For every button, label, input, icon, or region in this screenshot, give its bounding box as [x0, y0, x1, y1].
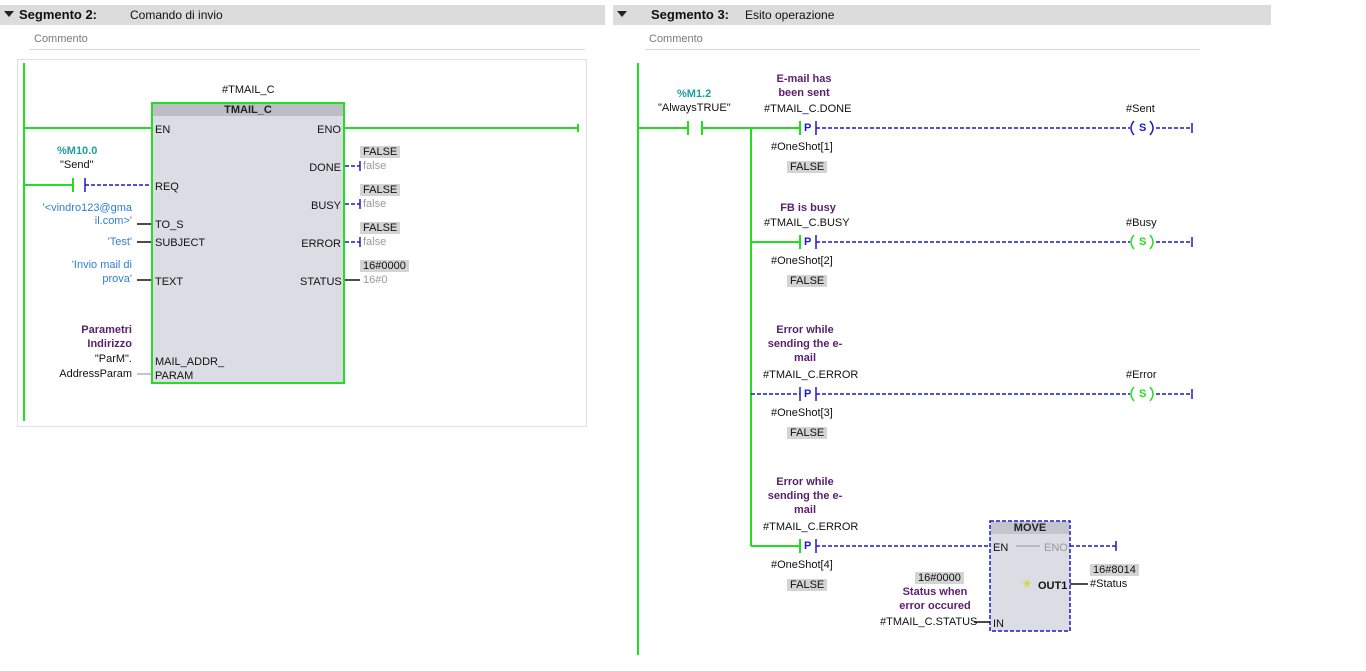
move-pin-eno: ENO [1044, 542, 1068, 554]
move-pin-en: EN [993, 542, 1009, 554]
rung2-oneshot[interactable]: #OneShot[2] [771, 255, 833, 268]
rung3-operand[interactable]: #TMAIL_C.ERROR [763, 369, 858, 382]
rung4-oneshot[interactable]: #OneShot[4] [771, 559, 833, 572]
rung4-operand[interactable]: #TMAIL_C.ERROR [763, 521, 858, 534]
rung2-coil-operand[interactable]: #Busy [1126, 217, 1157, 230]
rung3-oneshot[interactable]: #OneShot[3] [771, 407, 833, 420]
move-out-operand[interactable]: #Status [1090, 578, 1127, 591]
rung1-oneshot-value: FALSE [787, 161, 828, 173]
always-true-address[interactable]: %M1.2 [677, 88, 711, 101]
rung3-comment-2: sending the e- [767, 338, 843, 350]
move-in-comment-1: Status when [902, 586, 968, 598]
rung2-set-coil[interactable]: S [1139, 236, 1146, 249]
move-pin-in: IN [993, 618, 1004, 630]
rung3-comment-1: Error while [776, 324, 834, 336]
move-in-operand[interactable]: #TMAIL_C.STATUS [880, 616, 977, 629]
rung4-comment-3: mail [793, 504, 816, 516]
rung2-p-contact[interactable]: P [804, 236, 811, 249]
rung4-p-contact[interactable]: P [804, 540, 811, 553]
rung3-p-contact[interactable]: P [804, 388, 811, 401]
rung4-oneshot-value: FALSE [787, 579, 828, 591]
rung2-operand[interactable]: #TMAIL_C.BUSY [764, 217, 850, 230]
always-true-tag[interactable]: "AlwaysTRUE" [658, 102, 731, 115]
rung4-comment-1: Error while [776, 476, 834, 488]
rung2-oneshot-value: FALSE [787, 275, 828, 287]
move-out-monitor: 16#8014 [1090, 564, 1139, 576]
move-block-title[interactable]: MOVE [991, 522, 1069, 534]
sparkle-icon: ✳ [1022, 577, 1033, 591]
move-in-comment-2: error occured [899, 600, 971, 612]
rung1-operand[interactable]: #TMAIL_C.DONE [764, 103, 851, 116]
rung1-oneshot[interactable]: #OneShot[1] [771, 141, 833, 154]
rung3-coil-operand[interactable]: #Error [1126, 369, 1157, 382]
move-in-monitor: 16#0000 [915, 572, 964, 584]
rung1-comment-1: E-mail has [776, 73, 832, 85]
rung2-comment-1: FB is busy [780, 202, 836, 214]
rung1-comment-2: been sent [778, 87, 830, 99]
rung1-coil-operand[interactable]: #Sent [1126, 103, 1155, 116]
rung3-comment-3: mail [793, 352, 816, 364]
rung3-set-coil[interactable]: S [1139, 388, 1146, 401]
rung1-set-coil[interactable]: S [1139, 122, 1146, 135]
rung4-comment-2: sending the e- [767, 490, 843, 502]
rung3-oneshot-value: FALSE [787, 427, 828, 439]
rung1-p-contact[interactable]: P [804, 122, 811, 135]
move-pin-out1: OUT1 [1038, 580, 1068, 592]
